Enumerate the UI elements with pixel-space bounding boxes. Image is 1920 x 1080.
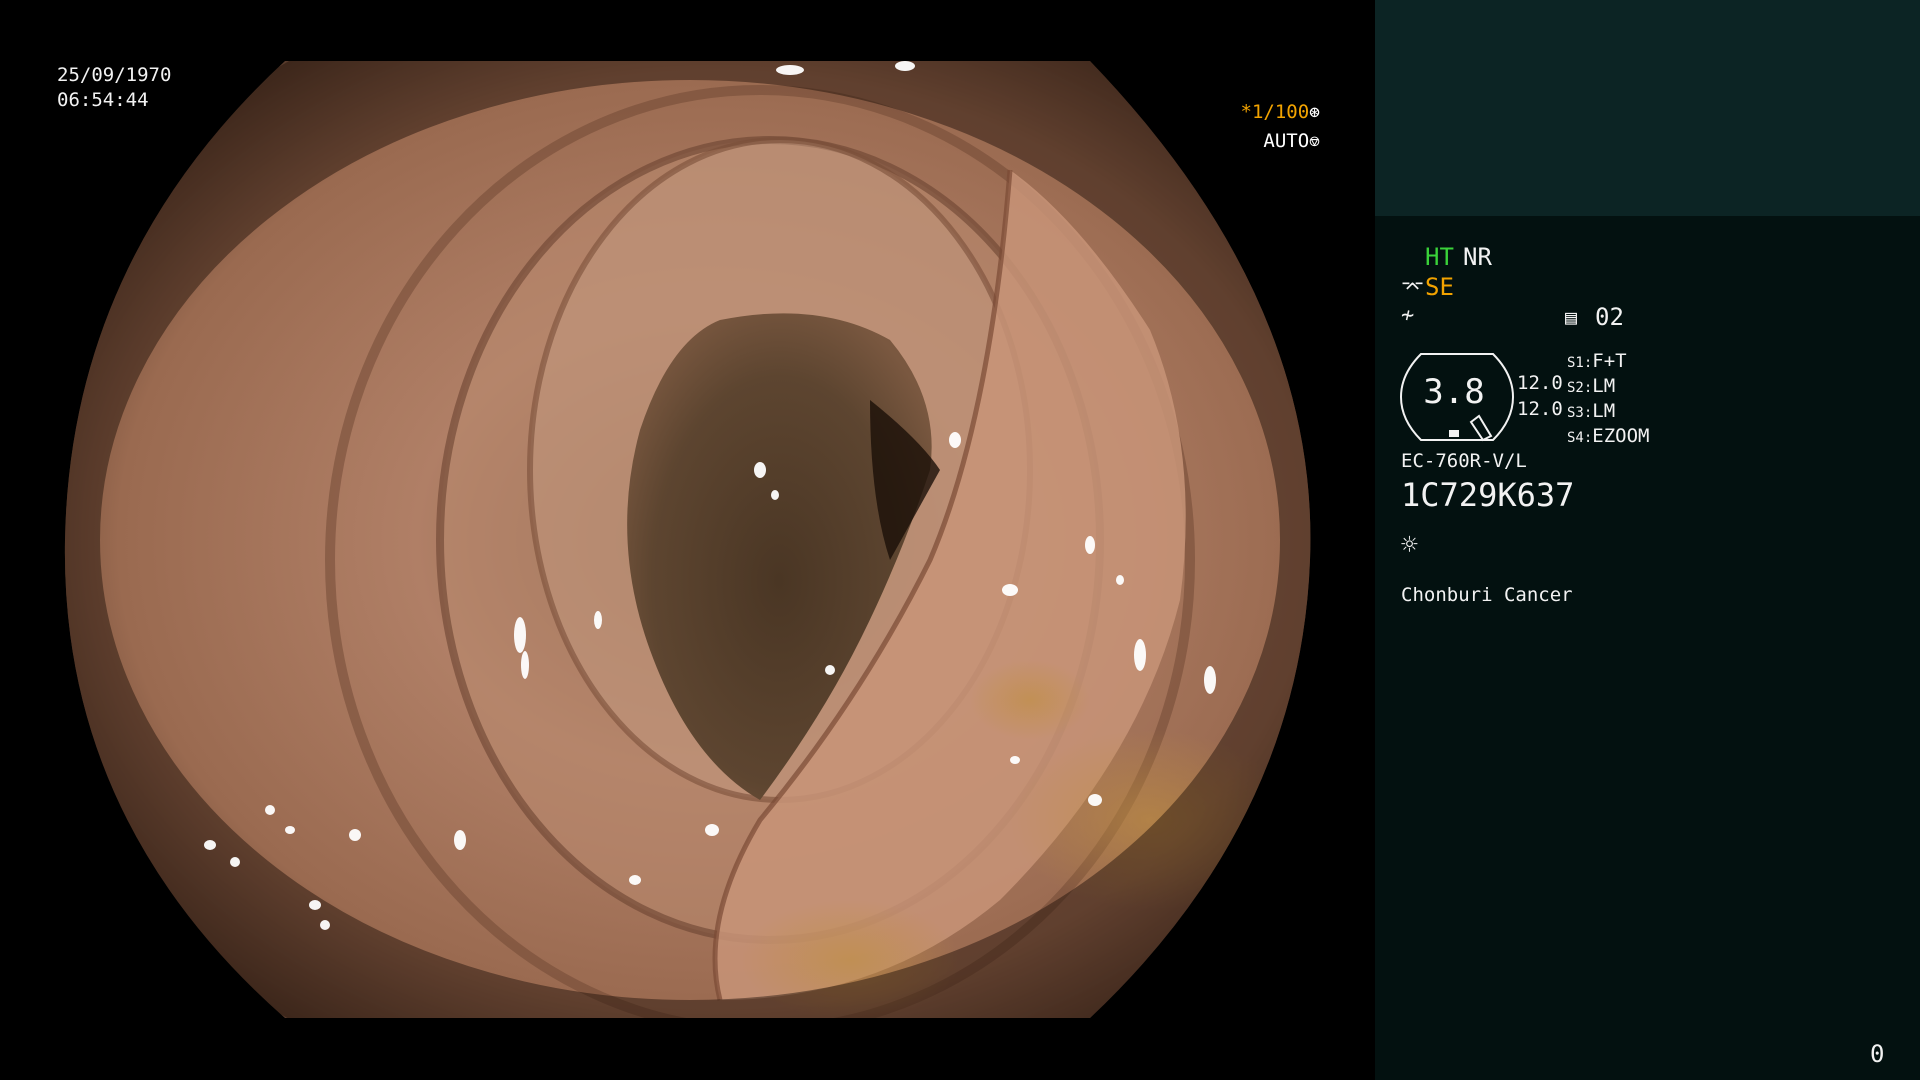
panel-header-area — [1375, 0, 1920, 216]
switch-s3-value: LM — [1592, 400, 1616, 422]
shutter-value: *1/100 — [1240, 101, 1310, 123]
gauge-value: 3.8 — [1423, 372, 1485, 412]
iris-icon: ⎊ — [1309, 131, 1320, 152]
frame-counter: 0 — [1870, 1040, 1885, 1068]
date-label: 25/09/1970 — [57, 64, 172, 86]
scope-model: EC-760R-V/L — [1401, 450, 1527, 472]
switch-s3: S3:LM — [1567, 400, 1615, 422]
time-label: 06:54:44 — [57, 89, 149, 111]
switch-s3-key: S3: — [1567, 405, 1593, 421]
memory-number: 02 — [1595, 303, 1624, 331]
nr-label: NR — [1463, 243, 1492, 271]
switch-s4-key: S4: — [1567, 430, 1593, 446]
scope-serial: 1C729K637 — [1401, 476, 1575, 514]
switch-s2-value: LM — [1592, 375, 1616, 397]
shutter-row: *1/100⊛ — [1180, 98, 1320, 127]
memory-icon: ▤ — [1565, 305, 1578, 329]
shutter-icon: ⊛ — [1309, 102, 1320, 123]
switch-s2-key: S2: — [1567, 380, 1593, 396]
switch-s2: S2:LM — [1567, 375, 1615, 397]
light-icon: ☼ — [1401, 528, 1418, 561]
switch-s4: S4:EZOOM — [1567, 425, 1650, 447]
switch-s1-value: F+T — [1592, 350, 1627, 372]
institution-name: Chonburi Cancer — [1401, 584, 1573, 606]
gauge-left-bottom: 12.0 — [1517, 398, 1563, 420]
info-panel: HT NR ⌤ SE ≁ ▤ 02 3.8 12.0 12.0 S1:F+T S… — [1375, 0, 1920, 1080]
switch-s4-value: EZOOM — [1592, 425, 1650, 447]
se-label: SE — [1425, 273, 1454, 301]
ht-label: HT — [1425, 243, 1454, 271]
exposure-info: *1/100⊛ AUTO⎊ — [1180, 98, 1320, 156]
switch-s1: S1:F+T — [1567, 350, 1627, 372]
color-mode-icon: ≁ — [1401, 303, 1415, 328]
switch-s1-key: S1: — [1567, 355, 1593, 371]
enhance-icon: ⌤ — [1401, 275, 1425, 299]
endoscope-image: 25/09/1970 06:54:44 *1/100⊛ AUTO⎊ — [0, 0, 1375, 1080]
iris-row: AUTO⎊ — [1180, 127, 1320, 156]
gauge-left-top: 12.0 — [1517, 372, 1563, 394]
iris-mode: AUTO — [1263, 130, 1310, 152]
colon-lumen-view — [64, 61, 1311, 1018]
